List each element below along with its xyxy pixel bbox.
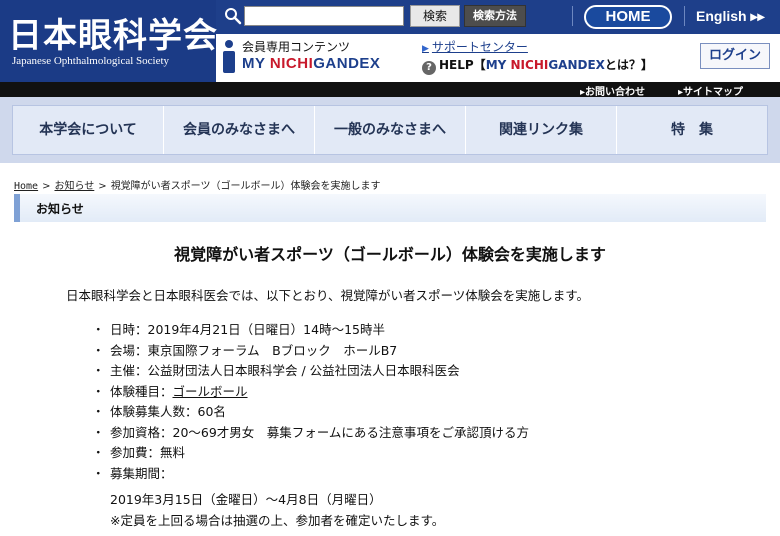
event-details-list: ・日時：2019年4月21日（日曜日）14時～15時半 ・会場：東京国際フォーラ… [92, 320, 692, 484]
bullet: ・ [92, 322, 105, 337]
help-name-part: MY [485, 58, 511, 72]
logo-english-text: Japanese Ophthalmological Society [12, 55, 170, 67]
detail-fee: ・参加費：無料 [92, 443, 692, 464]
english-link[interactable]: English ▸▸ [696, 8, 765, 25]
breadcrumb: Home > お知らせ > 視覚障がい者スポーツ（ゴールボール）体験会を実施します [14, 177, 381, 192]
support-center-label: サポートセンター [431, 40, 528, 54]
search-input[interactable] [244, 6, 404, 26]
search-method-button[interactable]: 検索方法 [464, 5, 526, 27]
lottery-note: ※定員を上回る場合は抽選の上、参加者を確定いたします。 [110, 513, 445, 528]
breadcrumb-home[interactable]: Home [14, 181, 38, 192]
detail-date: ・日時：2019年4月21日（日曜日）14時～15時半 [92, 320, 692, 341]
detail-text: 主催：公益財団法人日本眼科学会 / 公益社団法人日本眼科医会 [110, 363, 460, 378]
site-header: 日本眼科学会 Japanese Ophthalmological Society… [0, 0, 780, 82]
help-name-part: GANDEX [548, 58, 605, 72]
header-divider [572, 6, 573, 26]
triangle-arrow-icon: ▶ [422, 44, 429, 54]
mynichigandex-part: MY [242, 55, 270, 72]
bullet: ・ [92, 404, 105, 419]
search-button[interactable]: 検索 [410, 5, 460, 27]
nav-item-members[interactable]: 会員のみなさまへ [164, 106, 315, 154]
help-link[interactable]: ? HELP【MY NICHIGANDEXとは？】 [422, 56, 653, 75]
help-suffix: とは？】 [604, 58, 653, 72]
detail-event-type: ・体験種目：ゴールボール [92, 382, 692, 403]
detail-text: 会場：東京国際フォーラム Bブロック ホールB7 [110, 342, 398, 358]
detail-text: 募集期間： [110, 465, 173, 481]
detail-text: 体験募集人数：60名 [110, 404, 226, 419]
detail-venue: ・会場：東京国際フォーラム Bブロック ホールB7 [92, 341, 692, 362]
main-nav-bar: 本学会について 会員のみなさまへ 一般のみなさまへ 関連リンク集 特 集 [12, 105, 768, 155]
logo-japanese-text: 日本眼科学会 [8, 16, 218, 56]
breadcrumb-separator: > [98, 181, 107, 192]
utility-bar: ▸お問い合わせ ▸サイトマップ [0, 82, 780, 98]
mynichigandex-part: NICHI [269, 55, 314, 72]
site-logo[interactable]: 日本眼科学会 Japanese Ophthalmological Society [0, 0, 218, 82]
detail-capacity: ・体験募集人数：60名 [92, 402, 692, 423]
nav-item-links[interactable]: 関連リンク集 [466, 106, 617, 154]
breadcrumb-news[interactable]: お知らせ [54, 181, 94, 192]
member-user-icon [223, 40, 235, 73]
nav-item-features[interactable]: 特 集 [617, 106, 767, 154]
main-navigation: 本学会について 会員のみなさまへ 一般のみなさまへ 関連リンク集 特 集 [0, 97, 780, 163]
mynichigandex-part: GANDEX [313, 55, 381, 72]
goalball-link[interactable]: ゴールボール [173, 384, 248, 399]
mynichigandex-link[interactable]: MY NICHIGANDEX [242, 55, 380, 72]
sitemap-link[interactable]: ▸サイトマップ [678, 83, 743, 98]
bullet: ・ [92, 342, 105, 358]
members-content-label: 会員専用コンテンツ [242, 40, 351, 54]
detail-text: 日時：2019年4月21日（日曜日）14時～15時半 [110, 322, 385, 337]
bullet: ・ [92, 445, 105, 460]
detail-eligibility: ・参加資格：20～69才男女 募集フォームにある注意事項をご承認頂ける方 [92, 423, 692, 444]
detail-organizer: ・主催：公益財団法人日本眼科学会 / 公益社団法人日本眼科医会 [92, 361, 692, 382]
article-title: 視覚障がい者スポーツ（ゴールボール）体験会を実施します [174, 245, 606, 264]
contact-link[interactable]: ▸お問い合わせ [580, 83, 645, 98]
section-heading-bar: お知らせ [14, 194, 766, 222]
detail-text: 参加資格：20～69才男女 募集フォームにある注意事項をご承認頂ける方 [110, 424, 529, 440]
breadcrumb-current: 視覚障がい者スポーツ（ゴールボール）体験会を実施します [110, 181, 381, 192]
article-intro: 日本眼科学会と日本眼科医会では、以下とおり、視覚障がい者スポーツ体験会を実施しま… [66, 288, 590, 303]
breadcrumb-separator: > [42, 181, 51, 192]
nav-item-about[interactable]: 本学会について [13, 106, 164, 154]
bullet: ・ [92, 383, 105, 399]
detail-period: ・募集期間： [92, 464, 692, 485]
detail-text: 体験種目：ゴールボール [110, 382, 248, 402]
question-icon: ? [422, 61, 436, 75]
detail-text: 参加費：無料 [110, 445, 186, 460]
help-name-part: NICHI [510, 58, 549, 72]
login-button[interactable]: ログイン [700, 43, 770, 69]
support-center-link[interactable]: ▶ サポートセンター [422, 38, 528, 55]
header-divider [684, 6, 685, 26]
section-title: お知らせ [36, 202, 84, 216]
search-icon [225, 8, 242, 25]
bullet: ・ [92, 465, 105, 481]
period-dates: 2019年3月15日（金曜日）～4月8日（月曜日） [110, 492, 382, 507]
bullet: ・ [92, 363, 105, 378]
home-button[interactable]: HOME [584, 5, 672, 29]
nav-item-public[interactable]: 一般のみなさまへ [315, 106, 466, 154]
help-prefix: HELP【 [439, 58, 486, 72]
detail-prefix: 体験種目： [110, 383, 173, 399]
members-area: 会員専用コンテンツ MY NICHIGANDEX ▶ サポートセンター ? HELP… [216, 34, 780, 82]
bullet: ・ [92, 424, 105, 440]
